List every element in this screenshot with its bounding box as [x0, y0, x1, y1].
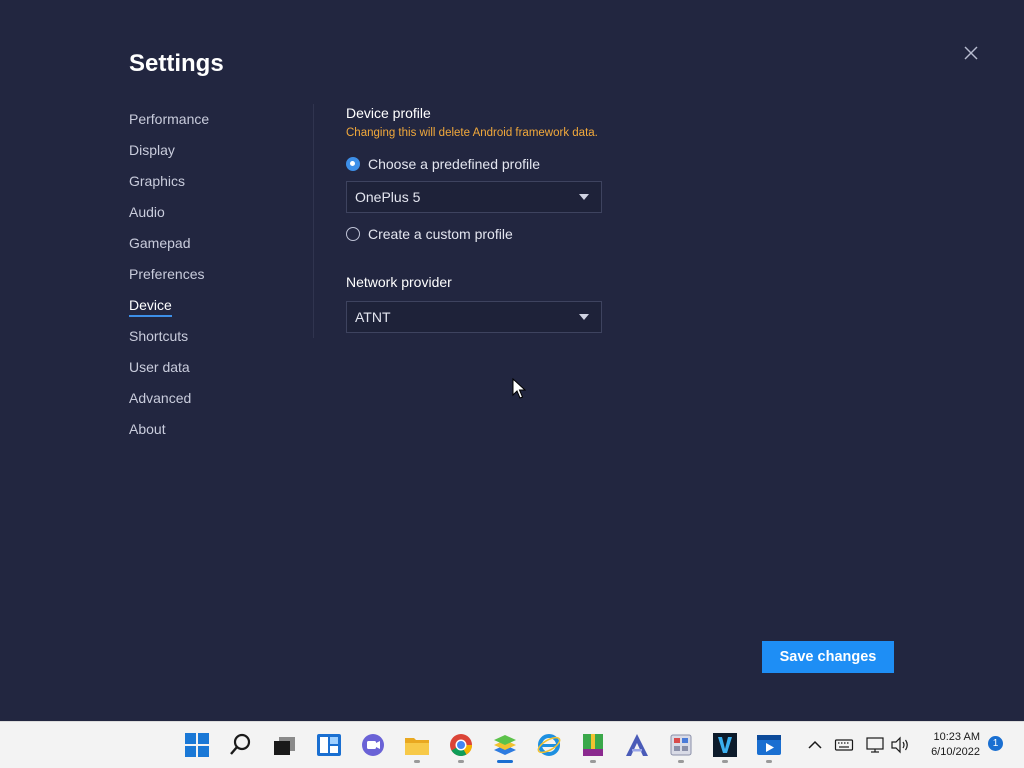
sidebar-item-label: About	[129, 421, 166, 437]
widgets-icon[interactable]	[316, 732, 342, 758]
chevron-down-icon	[579, 314, 589, 320]
clock-time: 10:23 AM	[933, 731, 980, 743]
sidebar-item-performance[interactable]: Performance	[129, 108, 299, 139]
notification-badge[interactable]: 1	[988, 736, 1003, 751]
sidebar-item-label: Audio	[129, 204, 165, 220]
sidebar-item-label: Advanced	[129, 390, 192, 406]
sidebar-item-label: Graphics	[129, 173, 186, 189]
sidebar-divider	[313, 104, 314, 338]
sidebar-item-label: Display	[129, 142, 175, 158]
chrome-icon[interactable]	[448, 732, 474, 758]
running-indicator	[590, 760, 596, 763]
sidebar-item-gamepad[interactable]: Gamepad	[129, 232, 299, 263]
sidebar-item-label: Performance	[129, 111, 210, 127]
device-profile-select[interactable]: OnePlus 5	[346, 181, 602, 213]
running-indicator	[414, 760, 420, 763]
sidebar-item-label: Preferences	[129, 266, 205, 282]
sidebar-item-shortcuts[interactable]: Shortcuts	[129, 325, 299, 356]
app-a-icon[interactable]	[624, 732, 650, 758]
taskbar: 10:23 AM 6/10/2022	[0, 721, 1024, 768]
sidebar-item-label: Shortcuts	[129, 328, 189, 344]
close-icon[interactable]	[960, 42, 982, 64]
device-profile-heading: Device profile	[346, 105, 431, 121]
clock-date: 6/10/2022	[931, 746, 980, 758]
sidebar-item-audio[interactable]: Audio	[129, 201, 299, 232]
active-indicator	[497, 760, 513, 763]
save-changes-button[interactable]: Save changes	[762, 641, 894, 673]
network-provider-select[interactable]: ATNT	[346, 301, 602, 333]
predefined-profile-option[interactable]: Choose a predefined profile	[346, 153, 746, 175]
chevron-down-icon	[579, 194, 589, 200]
start-icon[interactable]	[184, 732, 210, 758]
sidebar-item-label: Gamepad	[129, 235, 191, 251]
running-indicator	[766, 760, 772, 763]
archive-icon[interactable]	[580, 732, 606, 758]
settings-window: Settings Performance Display Graphics Au…	[0, 0, 1024, 721]
running-indicator	[722, 760, 728, 763]
chevron-up-icon[interactable]	[806, 736, 824, 754]
sidebar-item-label: User data	[129, 359, 190, 375]
task-view-icon[interactable]	[272, 732, 298, 758]
file-explorer-icon[interactable]	[404, 732, 430, 758]
search-icon[interactable]	[228, 732, 254, 758]
media-player-icon[interactable]	[756, 732, 782, 758]
keyboard-icon[interactable]	[834, 736, 854, 754]
settings-sidebar: Performance Display Graphics Audio Gamep…	[129, 108, 299, 449]
internet-explorer-icon[interactable]	[536, 732, 562, 758]
sidebar-item-display[interactable]: Display	[129, 139, 299, 170]
network-provider-heading: Network provider	[346, 274, 452, 290]
device-settings-panel: Device profile Changing this will delete…	[346, 104, 746, 333]
custom-profile-label: Create a custom profile	[368, 226, 513, 242]
bluestacks-icon[interactable]	[492, 732, 518, 758]
sidebar-item-advanced[interactable]: Advanced	[129, 387, 299, 418]
network-provider-value: ATNT	[355, 309, 391, 325]
network-icon[interactable]	[865, 735, 885, 755]
sidebar-item-user-data[interactable]: User data	[129, 356, 299, 387]
app-calc-icon[interactable]	[668, 732, 694, 758]
sidebar-item-preferences[interactable]: Preferences	[129, 263, 299, 294]
chat-icon[interactable]	[360, 732, 386, 758]
running-indicator	[458, 760, 464, 763]
sidebar-item-graphics[interactable]: Graphics	[129, 170, 299, 201]
device-profile-value: OnePlus 5	[355, 189, 421, 205]
mouse-pointer-icon	[512, 378, 526, 399]
device-profile-warning: Changing this will delete Android framew…	[346, 127, 598, 139]
custom-profile-radio[interactable]	[346, 227, 360, 241]
taskbar-clock[interactable]: 10:23 AM 6/10/2022	[918, 730, 980, 760]
volume-icon[interactable]	[890, 735, 910, 755]
custom-profile-option[interactable]: Create a custom profile	[346, 223, 746, 245]
predefined-profile-radio[interactable]	[346, 157, 360, 171]
page-title: Settings	[129, 50, 224, 77]
sidebar-item-label: Device	[129, 295, 172, 317]
predefined-profile-label: Choose a predefined profile	[368, 156, 541, 172]
app-v-icon[interactable]	[712, 732, 738, 758]
sidebar-item-about[interactable]: About	[129, 418, 299, 449]
sidebar-item-device[interactable]: Device	[129, 294, 299, 325]
running-indicator	[678, 760, 684, 763]
